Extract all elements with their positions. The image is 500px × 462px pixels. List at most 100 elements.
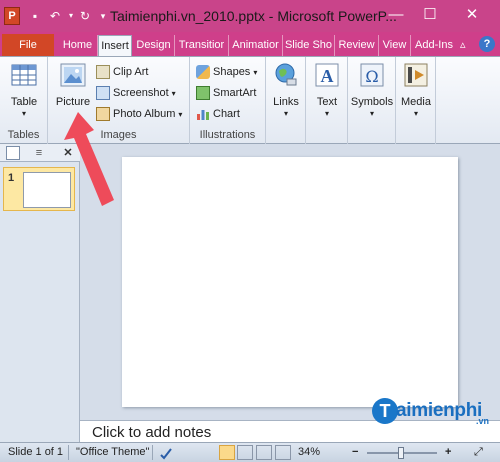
theme-status[interactable]: "Office Theme" [76,446,149,458]
tab-home[interactable]: Home [58,35,98,56]
slide-sorter-view-button[interactable] [237,445,253,460]
group-symbols: Ω Symbols ▾ [348,57,396,144]
text-label: Text [316,96,338,108]
text-box-icon: A [315,63,339,87]
status-bar: Slide 1 of 1 "Office Theme" 34% − + ⤢ [0,442,500,462]
normal-view-button[interactable] [219,445,235,460]
status-divider [68,445,69,460]
chart-label: Chart [213,108,240,120]
media-label: Media [401,96,431,108]
slide-editor [80,144,500,420]
slides-tab-icon[interactable] [6,146,20,160]
chart-button[interactable]: Chart [196,105,240,123]
tab-add-ins[interactable]: Add-Ins [411,35,457,56]
notes-placeholder: Click to add notes [92,424,212,441]
globe-icon [275,63,297,86]
symbols-dropdown-icon: ▾ [369,109,374,118]
reading-view-button[interactable] [256,445,272,460]
watermark-logo-icon: T [372,398,398,424]
minimize-button[interactable]: — [382,0,410,32]
taimienphi-watermark: T aimienphi .vn [372,398,498,426]
ribbon-tabs: File Home Insert Design Transitior Anima… [0,32,500,56]
shapes-label: Shapes [213,66,251,78]
group-links: Links ▾ [266,57,306,144]
zoom-slider-handle[interactable] [398,447,404,459]
screenshot-icon [96,86,110,101]
smartart-icon [196,86,210,101]
media-icon [404,63,428,87]
zoom-level[interactable]: 34% [298,446,320,458]
group-text: A Text ▾ [306,57,348,144]
maximize-button[interactable]: ☐ [416,0,444,32]
screenshot-button[interactable]: Screenshot ▾ [96,84,176,102]
clip-art-button[interactable]: Clip Art [96,63,148,81]
slide-canvas[interactable] [122,157,458,407]
outline-tab-icon[interactable]: ≡ [32,146,46,160]
symbols-button[interactable]: Ω Symbols ▾ [350,61,394,118]
watermark-brand: aimienphi [396,400,482,421]
svg-text:A: A [321,66,334,86]
fit-to-window-icon[interactable]: ⤢ [474,446,483,459]
links-button[interactable]: Links ▾ [270,61,302,118]
customize-quick-access-icon[interactable]: ▾ [96,9,110,23]
picture-button[interactable]: Picture [52,61,94,108]
watermark-suffix: .vn [476,416,490,426]
photo-album-dropdown-icon: ▾ [178,110,183,119]
media-button[interactable]: Media ▾ [400,61,432,118]
undo-icon[interactable]: ↶ [48,9,62,23]
svg-text:Ω: Ω [365,67,378,86]
illustrations-group-label: Illustrations [199,129,256,141]
help-icon[interactable]: ? [479,36,495,52]
powerpoint-app-icon[interactable]: P [4,7,20,25]
picture-label: Picture [55,96,91,108]
tables-group-label: Tables [7,129,40,141]
links-dropdown-icon: ▾ [283,109,288,118]
text-dropdown-icon: ▾ [324,109,329,118]
close-button[interactable]: ✕ [458,0,486,32]
text-button[interactable]: A Text ▾ [311,61,343,118]
window-title: Taimienphi.vn_2010.pptx - Microsoft Powe… [110,8,397,24]
group-media: Media ▾ [396,57,436,144]
tab-animations[interactable]: Animatior [229,35,283,56]
slide-thumbnail-number: 1 [8,172,15,184]
tab-view[interactable]: View [379,35,411,56]
annotation-arrow-icon [64,112,114,206]
screenshot-dropdown-icon: ▾ [171,89,176,98]
save-icon[interactable]: ▪ [28,9,42,23]
table-button[interactable]: Table ▾ [6,61,42,118]
group-tables: Table ▾ Tables [0,57,48,144]
redo-icon[interactable]: ↻ [78,9,92,23]
spell-check-icon[interactable] [158,445,174,461]
tab-slide-show[interactable]: Slide Sho [283,35,335,56]
zoom-in-icon[interactable]: + [445,446,451,458]
omega-icon: Ω [360,63,384,87]
tab-design[interactable]: Design [133,35,175,56]
table-icon [11,64,37,86]
slide-show-view-button[interactable] [275,445,291,460]
tab-insert[interactable]: Insert [98,35,132,56]
title-bar: P ▪ ↶ ▾ ↻ ▾ Taimienphi.vn_2010.pptx - Mi… [0,0,500,32]
group-illustrations: Shapes ▾ SmartArt Chart Illustrations [190,57,266,144]
status-divider [152,445,153,460]
photo-album-label: Photo Album [113,108,176,120]
smartart-label: SmartArt [213,87,257,99]
tab-review[interactable]: Review [335,35,379,56]
shapes-dropdown-icon: ▾ [253,68,258,77]
undo-dropdown-icon[interactable]: ▾ [64,9,78,23]
symbols-label: Symbols [350,96,394,108]
zoom-out-icon[interactable]: − [352,446,358,458]
minimize-ribbon-icon[interactable]: ▵ [460,38,466,51]
tab-file[interactable]: File [2,34,54,56]
table-dropdown-icon: ▾ [21,109,26,118]
shapes-icon [196,65,210,80]
slide-count-status: Slide 1 of 1 [8,446,64,458]
media-dropdown-icon: ▾ [413,109,418,118]
shapes-button[interactable]: Shapes ▾ [196,63,257,81]
screenshot-label: Screenshot [113,87,169,99]
clip-art-label: Clip Art [113,66,149,78]
tab-transitions[interactable]: Transitior [175,35,229,56]
clip-art-icon [96,65,110,80]
chart-icon [197,110,209,121]
links-label: Links [273,96,299,108]
smartart-button[interactable]: SmartArt [196,84,256,102]
